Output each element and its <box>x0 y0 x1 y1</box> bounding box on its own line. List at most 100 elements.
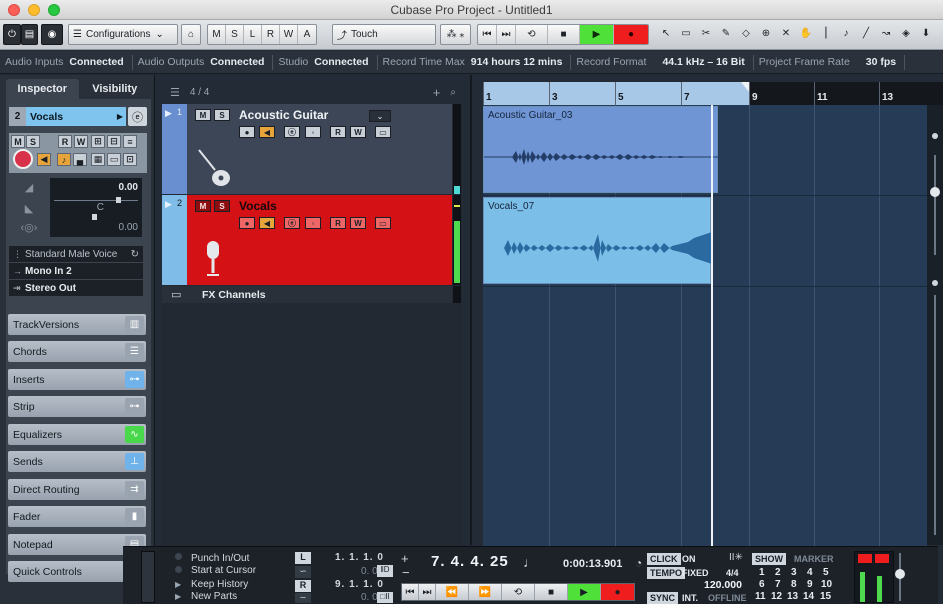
draw-tool-icon[interactable]: ✎ <box>716 24 736 43</box>
click-button[interactable]: CLICK <box>647 553 681 565</box>
play-icon[interactable]: ▶ <box>580 25 614 44</box>
tab-visibility[interactable]: Visibility <box>79 79 152 99</box>
go-to-end-icon[interactable]: ⏭ <box>497 25 516 44</box>
solo-button[interactable]: S <box>26 135 40 148</box>
zoom-out-icon[interactable] <box>932 280 938 286</box>
start-at-cursor-icon[interactable] <box>175 566 182 573</box>
stop-icon[interactable]: ■ <box>535 584 568 600</box>
monitor-button[interactable]: ◀ <box>37 153 51 166</box>
track-color-strip[interactable]: ▶ 2 <box>162 195 187 285</box>
comp-tool-icon[interactable]: ♪ <box>836 24 856 43</box>
input-routing-selector[interactable]: → Mono In 2 <box>9 263 143 279</box>
listen-button[interactable]: L <box>244 25 262 44</box>
hand-tool-icon[interactable]: ✋ <box>796 24 816 43</box>
solo-all-button[interactable]: S <box>226 25 244 44</box>
cycle-range[interactable] <box>483 82 749 105</box>
status-value[interactable]: 30 fps <box>856 56 904 68</box>
start-at-cursor-label[interactable]: Start at Cursor <box>191 565 256 576</box>
marker-4-button[interactable]: 4 <box>807 567 813 578</box>
stop-icon[interactable]: ■ <box>548 25 580 44</box>
channel-config-icon[interactable]: ⊡ <box>123 153 137 166</box>
tempo-value[interactable]: 120.000 <box>701 578 745 592</box>
arrow-down-icon[interactable]: ⬇ <box>916 24 936 43</box>
play-tool-icon[interactable]: ↝ <box>876 24 896 43</box>
marker-14-button[interactable]: 14 <box>803 591 814 602</box>
lock-icon[interactable]: ▄ <box>73 153 87 166</box>
clip-indicator-right[interactable] <box>875 554 889 563</box>
section-equalizers[interactable]: Equalizers ∿ <box>8 424 146 445</box>
status-value[interactable]: 44.1 kHz – 16 Bit <box>652 56 752 68</box>
position-time-display[interactable]: 0:00:13.901 <box>563 558 622 570</box>
automation-button[interactable]: A <box>298 25 316 44</box>
pan-handle[interactable] <box>92 214 97 220</box>
track-body[interactable]: M S Vocals ● ◀ ⓔ ◦ R W ▭ <box>187 195 452 285</box>
erase-tool-icon[interactable]: ◇ <box>736 24 756 43</box>
timeline-ruler[interactable]: 1 3 5 7 9 11 13 <box>483 82 943 105</box>
punch-in-out-icon[interactable] <box>175 553 182 560</box>
vertical-zoom-control[interactable] <box>927 105 943 545</box>
time-warp-tool-icon[interactable]: ⎮ <box>816 24 836 43</box>
punch-in-out-label[interactable]: Punch In/Out <box>191 553 249 564</box>
section-fader[interactable]: Fader ▮ <box>8 506 146 527</box>
section-inserts[interactable]: Inserts ⊶ <box>8 369 146 390</box>
marker-9-button[interactable]: 9 <box>807 579 813 590</box>
edit-channel-settings-icon[interactable]: ⓔ <box>284 217 300 229</box>
automation-mode-selector[interactable]: ⤴ Touch <box>332 24 436 45</box>
marker-10-button[interactable]: 10 <box>821 579 832 590</box>
layout-icon[interactable]: ▤ <box>21 24 38 45</box>
section-sends[interactable]: Sends ⊥ <box>8 451 146 472</box>
object-selection-tool-icon[interactable]: ↖ <box>656 24 676 43</box>
audio-event-acoustic-guitar[interactable]: Acoustic Guitar_03 <box>483 106 719 193</box>
folder-icon[interactable]: ▭ <box>107 153 121 166</box>
track-config-icon[interactable]: ▭ <box>375 217 391 229</box>
sync-button[interactable]: SYNC <box>647 592 679 604</box>
marker-3-button[interactable]: 3 <box>791 567 797 578</box>
split-tool-icon[interactable]: ✂ <box>696 24 716 43</box>
clip-indicator-left[interactable] <box>858 554 872 563</box>
go-to-start-icon[interactable]: ⏮ <box>402 584 419 600</box>
new-parts-label[interactable]: New Parts <box>191 591 237 602</box>
status-value[interactable]: Connected <box>210 56 272 68</box>
track-color-strip[interactable]: ▶ 1 <box>162 104 187 194</box>
record-enable-button[interactable] <box>13 149 33 169</box>
color-tool-icon[interactable]: ◈ <box>896 24 916 43</box>
show-markers-button[interactable]: SHOW <box>752 553 786 565</box>
write-all-button[interactable]: W <box>280 25 298 44</box>
mute-all-button[interactable]: M <box>208 25 226 44</box>
right-locator-offset[interactable]: 0. 0 <box>361 592 378 603</box>
search-icon[interactable]: ⌕ <box>450 87 456 98</box>
track-row-fx-channels[interactable]: ▭ FX Channels <box>162 286 462 303</box>
record-icon[interactable]: ● <box>614 25 648 44</box>
read-automation-button[interactable]: R <box>58 135 72 148</box>
bypass-inserts-icon[interactable]: ⊞ <box>91 135 105 148</box>
lanes-icon[interactable]: ◦ <box>305 126 321 138</box>
edit-channel-settings-icon[interactable]: ⓔ <box>284 126 300 138</box>
add-track-icon[interactable]: + <box>433 85 441 100</box>
left-locator-button[interactable]: L <box>295 552 311 564</box>
mute-tool-icon[interactable]: ✕ <box>776 24 796 43</box>
track-row-acoustic-guitar[interactable]: ▶ 1 M S Acoustic Guitar ⌄ ● ◀ ⓔ ◦ R W ▭ <box>162 104 462 194</box>
position-bars-display[interactable]: 7. 4. 4. 25 <box>431 553 509 570</box>
bypass-eq-icon[interactable]: ⊟ <box>107 135 121 148</box>
right-locator-value[interactable]: 9. 1. 1. 0 <box>335 579 384 590</box>
monitor-button[interactable]: ◀ <box>259 126 275 138</box>
project-cursor[interactable] <box>711 105 713 604</box>
record-enable-button[interactable]: ● <box>239 217 255 229</box>
master-volume-slider[interactable] <box>895 553 905 601</box>
section-direct-routing[interactable]: Direct Routing ⇉ <box>8 479 146 500</box>
lanes-icon[interactable]: ▦ <box>91 153 105 166</box>
track-body[interactable]: ▭ FX Channels <box>162 286 452 303</box>
status-value[interactable]: Connected <box>69 56 131 68</box>
home-icon[interactable]: ⌂ <box>181 24 201 45</box>
volume-pan-fader[interactable]: 0.00 C 0.00 <box>50 178 142 237</box>
range-selection-tool-icon[interactable]: ▭ <box>676 24 696 43</box>
edit-channel-settings-icon[interactable]: ⓔ <box>128 107 147 126</box>
read-automation-button[interactable]: R <box>330 217 346 229</box>
track-name[interactable]: Acoustic Guitar <box>239 108 328 122</box>
cycle-icon[interactable]: ⟲ <box>516 25 548 44</box>
status-value[interactable]: 914 hours 12 mins <box>471 56 571 68</box>
reset-icon[interactable]: ↻ <box>131 249 139 260</box>
marker-12-button[interactable]: 12 <box>771 591 782 602</box>
write-automation-button[interactable]: W <box>350 217 366 229</box>
go-to-start-icon[interactable]: ⏮ <box>478 25 497 44</box>
